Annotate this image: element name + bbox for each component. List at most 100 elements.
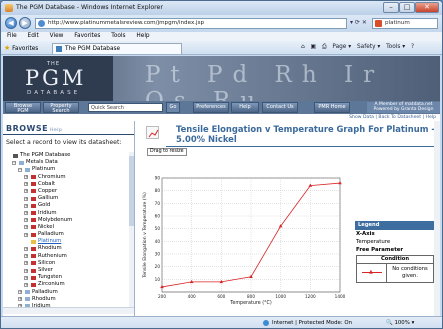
datasheet-scrollbar[interactable] bbox=[434, 121, 440, 316]
address-bar[interactable]: http://www.platinummetalsreview.com/jmpg… bbox=[35, 18, 347, 29]
y-tick-label: 50 bbox=[155, 226, 161, 231]
tree-item[interactable]: + Gallium bbox=[6, 195, 129, 202]
help-button[interactable]: Help bbox=[231, 102, 259, 113]
browse-pgm-button[interactable]: Browse PGM bbox=[5, 102, 41, 114]
forward-button[interactable]: ▶ bbox=[19, 17, 31, 29]
expand-icon[interactable]: + bbox=[24, 225, 28, 230]
expand-icon[interactable]: + bbox=[24, 254, 28, 259]
tree-vertical-scrollbar[interactable] bbox=[129, 152, 134, 312]
favorites-button[interactable]: ★ Favorites bbox=[4, 44, 38, 52]
property-search-button[interactable]: Property Search bbox=[43, 102, 79, 114]
browse-title: BROWSE bbox=[6, 124, 49, 133]
home-icon[interactable]: ⌂ bbox=[301, 44, 305, 50]
feeds-icon[interactable]: ▣ bbox=[311, 44, 316, 50]
x-tick-label: 1400 bbox=[335, 294, 345, 299]
expand-icon[interactable]: + bbox=[24, 182, 28, 187]
page-menu[interactable]: Page ▾ bbox=[332, 44, 351, 50]
tree-item[interactable]: + Chromium bbox=[6, 174, 129, 181]
search-provider-icon bbox=[375, 20, 382, 27]
expand-icon[interactable]: + bbox=[24, 189, 28, 194]
folder-icon bbox=[31, 218, 36, 223]
expand-icon[interactable]: + bbox=[24, 211, 28, 215]
safety-menu[interactable]: Safety ▾ bbox=[357, 44, 380, 50]
browse-help-link[interactable]: Help bbox=[50, 128, 62, 133]
tree-item[interactable]: − Platinum bbox=[6, 166, 129, 173]
expand-icon[interactable]: + bbox=[24, 196, 28, 201]
tree-item[interactable]: Platinum bbox=[6, 238, 129, 245]
menu-help[interactable]: Help bbox=[136, 33, 149, 39]
tree-item[interactable]: The PGM Database bbox=[6, 152, 129, 159]
expand-icon[interactable]: + bbox=[24, 175, 28, 180]
expand-icon[interactable]: + bbox=[18, 297, 22, 302]
tree-item[interactable]: + Rhodium bbox=[6, 245, 129, 252]
tree-item[interactable]: + Cobalt bbox=[6, 181, 129, 188]
quick-search-input[interactable]: Quick Search bbox=[88, 103, 163, 112]
tree-item[interactable]: + Silver bbox=[6, 267, 129, 274]
graph-title: Tensile Elongation v Temperature Graph F… bbox=[176, 124, 435, 144]
datasheet-pane: Show Data | Back To Datasheet | Help Ten… bbox=[136, 114, 440, 316]
expand-icon[interactable]: + bbox=[24, 268, 28, 273]
logo-database: DATABASE bbox=[27, 90, 81, 96]
tree-item[interactable]: + Iridium bbox=[6, 210, 129, 217]
tools-menu[interactable]: Tools ▾ bbox=[386, 44, 405, 50]
collapse-icon[interactable]: − bbox=[12, 160, 16, 165]
expand-icon[interactable]: + bbox=[24, 261, 28, 266]
menu-file[interactable]: File bbox=[7, 33, 17, 39]
expand-icon[interactable]: + bbox=[24, 232, 28, 237]
tree-item[interactable]: + Copper bbox=[6, 188, 129, 195]
help-icon[interactable]: ? bbox=[411, 44, 414, 50]
tree-item[interactable]: + Tungsten bbox=[6, 274, 129, 281]
close-button[interactable]: ✕ bbox=[415, 2, 439, 13]
x-tick-label: 800 bbox=[247, 294, 255, 299]
tree-item[interactable]: + Nickel bbox=[6, 224, 129, 231]
scroll-thumb[interactable] bbox=[129, 156, 134, 226]
tree-item[interactable]: + Silicon bbox=[6, 260, 129, 267]
tree-item-label: Rhodium bbox=[32, 295, 56, 302]
matdata-member-link[interactable]: A Member of matdata.net Powered by Grant… bbox=[367, 102, 440, 113]
expand-icon[interactable]: + bbox=[24, 282, 28, 287]
folder-icon bbox=[31, 182, 36, 187]
menu-view[interactable]: View bbox=[50, 33, 64, 39]
tree-item[interactable]: + Palladium bbox=[6, 231, 129, 238]
tree-item-label: Zirconium bbox=[38, 281, 65, 288]
tree-item[interactable]: + Palladium bbox=[6, 289, 129, 296]
address-tools[interactable]: ▾ ⟳ ✕ bbox=[350, 19, 367, 26]
browser-tab[interactable]: The PGM Database bbox=[52, 43, 182, 54]
globe-icon bbox=[263, 319, 269, 326]
back-button[interactable]: ◀ bbox=[5, 17, 17, 29]
site-nav: Browse PGM Property Search Quick Search … bbox=[3, 101, 440, 114]
tree-item-label: Platinum bbox=[32, 166, 56, 173]
print-icon[interactable]: ⎙ bbox=[322, 44, 327, 50]
collapse-icon[interactable]: − bbox=[18, 167, 22, 172]
pmr-home-button[interactable]: PMR Home bbox=[314, 102, 350, 113]
maximize-button[interactable]: □ bbox=[399, 2, 415, 13]
tree-item[interactable]: + Gold bbox=[6, 202, 129, 209]
menu-edit[interactable]: Edit bbox=[28, 33, 39, 39]
preferences-button[interactable]: Preferences bbox=[193, 102, 229, 113]
expand-icon[interactable]: + bbox=[24, 246, 28, 251]
menu-favorites[interactable]: Favorites bbox=[74, 33, 100, 39]
search-box[interactable]: platinum bbox=[372, 18, 438, 29]
menu-tools[interactable]: Tools bbox=[111, 33, 125, 39]
tree-item-label: Silicon bbox=[38, 259, 56, 266]
tree-item[interactable]: + Rhodium bbox=[6, 296, 129, 303]
elongation-chart: 10 20 30 40 50 60 70 80 90 200 400 600 800 1000 1200 14… bbox=[142, 176, 345, 307]
window-title: The PGM Database - Windows Internet Expl… bbox=[16, 4, 163, 11]
tree-item[interactable]: + Molybdenum bbox=[6, 217, 129, 224]
expand-icon[interactable]: + bbox=[24, 218, 28, 223]
tree-item-label: The PGM Database bbox=[20, 152, 71, 158]
contact-us-button[interactable]: Contact Us bbox=[262, 102, 298, 113]
expand-icon[interactable]: + bbox=[24, 275, 28, 280]
tree-item[interactable]: − Metals Data bbox=[6, 159, 129, 166]
drag-to-resize-handle[interactable]: Drag to resize bbox=[147, 148, 187, 156]
go-button[interactable]: Go bbox=[166, 102, 180, 113]
minimize-button[interactable]: – bbox=[383, 2, 399, 13]
tree-item[interactable]: + Zirconium bbox=[6, 281, 129, 288]
expand-icon[interactable]: + bbox=[24, 203, 28, 208]
tree-horizontal-scrollbar[interactable] bbox=[3, 307, 134, 314]
zoom-control[interactable]: 🔍 100% ▾ bbox=[386, 317, 414, 328]
command-bar: ⌂ ▣ ⎙ Page ▾ Safety ▾ Tools ▾ ? bbox=[301, 44, 418, 51]
datasheet-links[interactable]: Show Data | Back To Datasheet | Help bbox=[136, 114, 440, 121]
tree-item[interactable]: + Ruthenium bbox=[6, 253, 129, 260]
expand-icon[interactable]: + bbox=[18, 290, 22, 295]
